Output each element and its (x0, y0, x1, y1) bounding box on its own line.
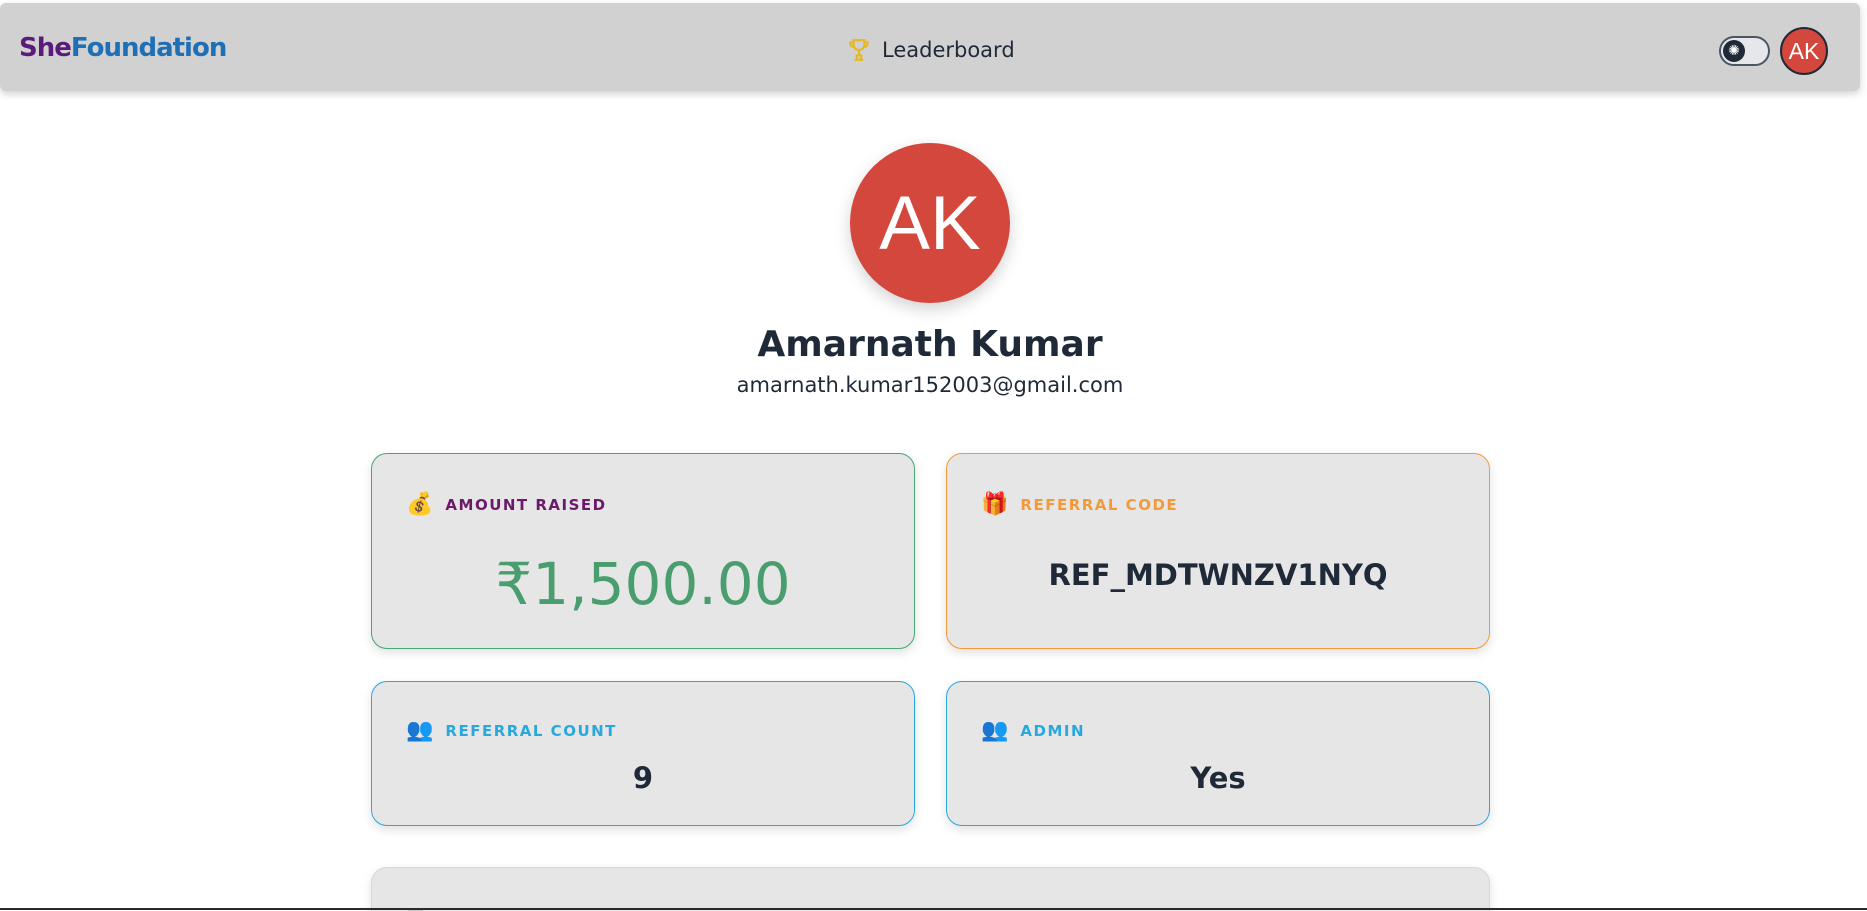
referral-count-card: 👥 REFERRAL COUNT 9 (371, 681, 915, 826)
profile-avatar: AK (850, 143, 1010, 303)
trophy-icon (849, 39, 869, 61)
leaderboard-label: Leaderboard (882, 38, 1015, 62)
theme-toggle[interactable]: ✺ (1719, 36, 1770, 66)
leaderboard-link[interactable]: Leaderboard (846, 37, 1015, 63)
people-icon: 👥 (406, 718, 434, 743)
sun-icon: ✺ (1723, 40, 1745, 62)
brand-foundation-text: Foundation (70, 33, 227, 63)
profile-name: Amarnath Kumar (757, 324, 1103, 365)
amount-raised-card: 💰 AMOUNT RAISED ₹1,500.00 (371, 453, 915, 649)
additional-info-card: ▤ (371, 867, 1490, 911)
referral-count-title: REFERRAL COUNT (445, 722, 617, 740)
referral-code-header: 🎁 REFERRAL CODE (981, 494, 1178, 516)
profile-page: SheFoundation Leaderboard ✺ AK AK Amarna… (0, 0, 1867, 911)
gift-icon: 🎁 (981, 492, 1009, 517)
admin-card: 👥 ADMIN Yes (946, 681, 1490, 826)
amount-raised-value: ₹1,500.00 (495, 550, 791, 618)
referral-count-header: 👥 REFERRAL COUNT (406, 720, 617, 742)
top-navbar: SheFoundation Leaderboard ✺ AK (0, 3, 1860, 91)
amount-raised-title: AMOUNT RAISED (445, 496, 607, 514)
window-bottom-edge (0, 908, 1867, 910)
brand-logo[interactable]: SheFoundation (19, 33, 227, 63)
user-avatar-button[interactable]: AK (1780, 27, 1828, 75)
people-icon: 👥 (981, 718, 1009, 743)
referral-count-value: 9 (632, 761, 654, 795)
referral-code-card: 🎁 REFERRAL CODE REF_MDTWNZV1NYQ (946, 453, 1490, 649)
referral-code-value[interactable]: REF_MDTWNZV1NYQ (947, 558, 1489, 592)
admin-header: 👥 ADMIN (981, 720, 1085, 742)
amount-raised-header: 💰 AMOUNT RAISED (406, 494, 607, 516)
profile-email: amarnath.kumar152003@gmail.com (736, 373, 1124, 397)
admin-value: Yes (1190, 761, 1246, 795)
admin-title: ADMIN (1020, 722, 1086, 740)
brand-she-text: She (19, 33, 72, 63)
referral-code-title: REFERRAL CODE (1020, 496, 1179, 514)
money-bag-icon: 💰 (406, 492, 434, 517)
